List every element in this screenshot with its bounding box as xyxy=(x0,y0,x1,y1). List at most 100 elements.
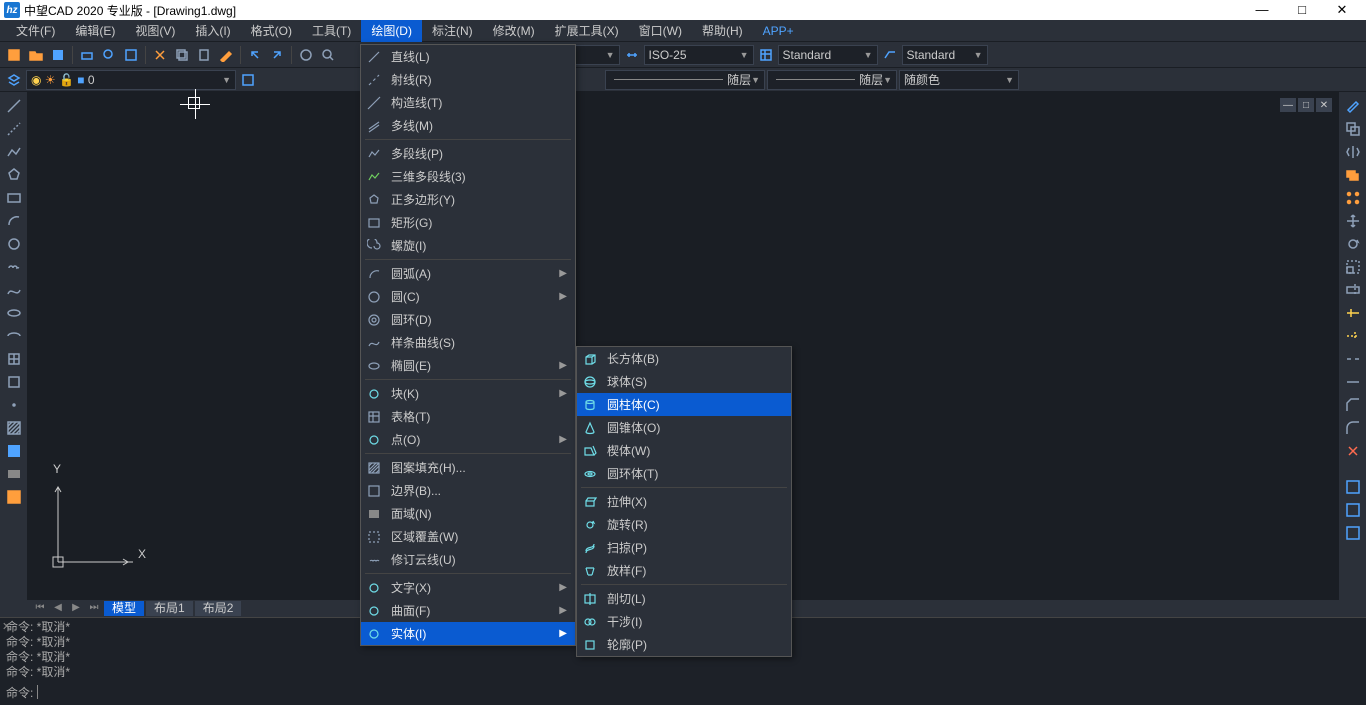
menuitem-构造线(T)[interactable]: 构造线(T) xyxy=(361,91,575,114)
menuitem-表格(T)[interactable]: 表格(T) xyxy=(361,405,575,428)
break-icon[interactable] xyxy=(1343,349,1363,369)
tab-layout2[interactable]: 布局2 xyxy=(195,601,242,616)
menu-窗口W[interactable]: 窗口(W) xyxy=(629,20,692,42)
menuitem-轮廓(P)[interactable]: 轮廓(P) xyxy=(577,633,791,656)
tool2-icon[interactable] xyxy=(1343,500,1363,520)
mleaderstyle-icon[interactable] xyxy=(880,45,900,65)
menuitem-三维多段线(3)[interactable]: 三维多段线(3) xyxy=(361,165,575,188)
revcloud-icon[interactable] xyxy=(4,257,24,277)
menuitem-点(O)[interactable]: 点(O)▶ xyxy=(361,428,575,451)
extend-icon[interactable] xyxy=(1343,326,1363,346)
tab-next-button[interactable]: ▶ xyxy=(68,602,84,616)
tool1-icon[interactable] xyxy=(1343,477,1363,497)
new-icon[interactable] xyxy=(4,45,24,65)
menuitem-文字(X)[interactable]: 文字(X)▶ xyxy=(361,576,575,599)
menu-视图V[interactable]: 视图(V) xyxy=(125,20,185,42)
trim-icon[interactable] xyxy=(1343,303,1363,323)
menuitem-圆锥体(O)[interactable]: 圆锥体(O) xyxy=(577,416,791,439)
stretch-icon[interactable] xyxy=(1343,280,1363,300)
join-icon[interactable] xyxy=(1343,372,1363,392)
menu-APP+[interactable]: APP+ xyxy=(753,20,804,42)
menu-工具T[interactable]: 工具(T) xyxy=(302,20,361,42)
rotate-icon[interactable] xyxy=(1343,234,1363,254)
redo-icon[interactable] xyxy=(267,45,287,65)
region-icon[interactable] xyxy=(4,464,24,484)
array-icon[interactable] xyxy=(1343,188,1363,208)
point-icon[interactable] xyxy=(4,395,24,415)
menuitem-样条曲线(S)[interactable]: 样条曲线(S) xyxy=(361,331,575,354)
menuitem-正多边形(Y)[interactable]: 正多边形(Y) xyxy=(361,188,575,211)
polygon-icon[interactable] xyxy=(4,165,24,185)
matchprop-icon[interactable] xyxy=(216,45,236,65)
copy-icon[interactable] xyxy=(172,45,192,65)
xline-icon[interactable] xyxy=(4,119,24,139)
menu-帮助H[interactable]: 帮助(H) xyxy=(692,20,753,42)
spline-icon[interactable] xyxy=(4,280,24,300)
close-button[interactable]: ✕ xyxy=(1322,0,1362,20)
layermanager-icon[interactable] xyxy=(4,70,24,90)
menuitem-剖切(L)[interactable]: 剖切(L) xyxy=(577,587,791,610)
color-combo[interactable]: 随颜色▼ xyxy=(899,70,1019,90)
insert-icon[interactable] xyxy=(4,349,24,369)
lineweight-combo[interactable]: 随层▼ xyxy=(767,70,897,90)
undo-icon[interactable] xyxy=(245,45,265,65)
menuitem-楔体(W)[interactable]: 楔体(W) xyxy=(577,439,791,462)
cut-icon[interactable] xyxy=(150,45,170,65)
tool3-icon[interactable] xyxy=(1343,523,1363,543)
rectangle-icon[interactable] xyxy=(4,188,24,208)
menuitem-射线(R)[interactable]: 射线(R) xyxy=(361,68,575,91)
open-icon[interactable] xyxy=(26,45,46,65)
doc-maximize-button[interactable]: □ xyxy=(1298,98,1314,112)
menuitem-面域(N)[interactable]: 面域(N) xyxy=(361,502,575,525)
menu-格式O[interactable]: 格式(O) xyxy=(241,20,302,42)
erase-icon[interactable] xyxy=(1343,96,1363,116)
menuitem-圆弧(A)[interactable]: 圆弧(A)▶ xyxy=(361,262,575,285)
menuitem-圆(C)[interactable]: 圆(C)▶ xyxy=(361,285,575,308)
layerprev-icon[interactable] xyxy=(238,70,258,90)
mirror-icon[interactable] xyxy=(1343,142,1363,162)
menuitem-多段线(P)[interactable]: 多段线(P) xyxy=(361,142,575,165)
menuitem-圆环体(T)[interactable]: 圆环体(T) xyxy=(577,462,791,485)
line-icon[interactable] xyxy=(4,96,24,116)
command-input[interactable] xyxy=(37,685,1360,699)
scale-icon[interactable] xyxy=(1343,257,1363,277)
menuitem-长方体(B)[interactable]: 长方体(B) xyxy=(577,347,791,370)
ellipsearc-icon[interactable] xyxy=(4,326,24,346)
menuitem-放样(F)[interactable]: 放样(F) xyxy=(577,559,791,582)
menuitem-圆柱体(C)[interactable]: 圆柱体(C) xyxy=(577,393,791,416)
menuitem-球体(S)[interactable]: 球体(S) xyxy=(577,370,791,393)
gradient-icon[interactable] xyxy=(4,441,24,461)
paste-icon[interactable] xyxy=(194,45,214,65)
menuitem-曲面(F)[interactable]: 曲面(F)▶ xyxy=(361,599,575,622)
print-icon[interactable] xyxy=(77,45,97,65)
offset-icon[interactable] xyxy=(1343,165,1363,185)
menu-文件F[interactable]: 文件(F) xyxy=(6,20,65,42)
tab-prev-button[interactable]: ◀ xyxy=(50,602,66,616)
ellipse-icon[interactable] xyxy=(4,303,24,323)
menuitem-干涉(I)[interactable]: 干涉(I) xyxy=(577,610,791,633)
menu-扩展工具X[interactable]: 扩展工具(X) xyxy=(545,20,629,42)
menuitem-修订云线(U)[interactable]: 修订云线(U) xyxy=(361,548,575,571)
arc-icon[interactable] xyxy=(4,211,24,231)
tab-first-button[interactable]: ⏮ xyxy=(32,602,48,616)
dimstyle-icon[interactable] xyxy=(622,45,642,65)
doc-minimize-button[interactable]: — xyxy=(1280,98,1296,112)
linetype-combo[interactable]: 随层▼ xyxy=(605,70,765,90)
tablestyle-combo[interactable]: Standard▼ xyxy=(778,45,878,65)
menuitem-旋转(R)[interactable]: 旋转(R) xyxy=(577,513,791,536)
explode-icon[interactable] xyxy=(1343,441,1363,461)
menuitem-块(K)[interactable]: 块(K)▶ xyxy=(361,382,575,405)
copy2-icon[interactable] xyxy=(1343,119,1363,139)
menuitem-多线(M)[interactable]: 多线(M) xyxy=(361,114,575,137)
menuitem-矩形(G)[interactable]: 矩形(G) xyxy=(361,211,575,234)
menuitem-区域覆盖(W)[interactable]: 区域覆盖(W) xyxy=(361,525,575,548)
menu-编辑E[interactable]: 编辑(E) xyxy=(65,20,125,42)
layer-combo[interactable]: ◉ ☀ 🔓 ■ 0▼ xyxy=(26,70,236,90)
tab-layout1[interactable]: 布局1 xyxy=(146,601,193,616)
menu-修改M[interactable]: 修改(M) xyxy=(483,20,545,42)
menuitem-边界(B)...[interactable]: 边界(B)... xyxy=(361,479,575,502)
tablestyle-icon[interactable] xyxy=(756,45,776,65)
menu-绘图D[interactable]: 绘图(D) xyxy=(361,20,422,42)
publish-icon[interactable] xyxy=(121,45,141,65)
chamfer-icon[interactable] xyxy=(1343,395,1363,415)
